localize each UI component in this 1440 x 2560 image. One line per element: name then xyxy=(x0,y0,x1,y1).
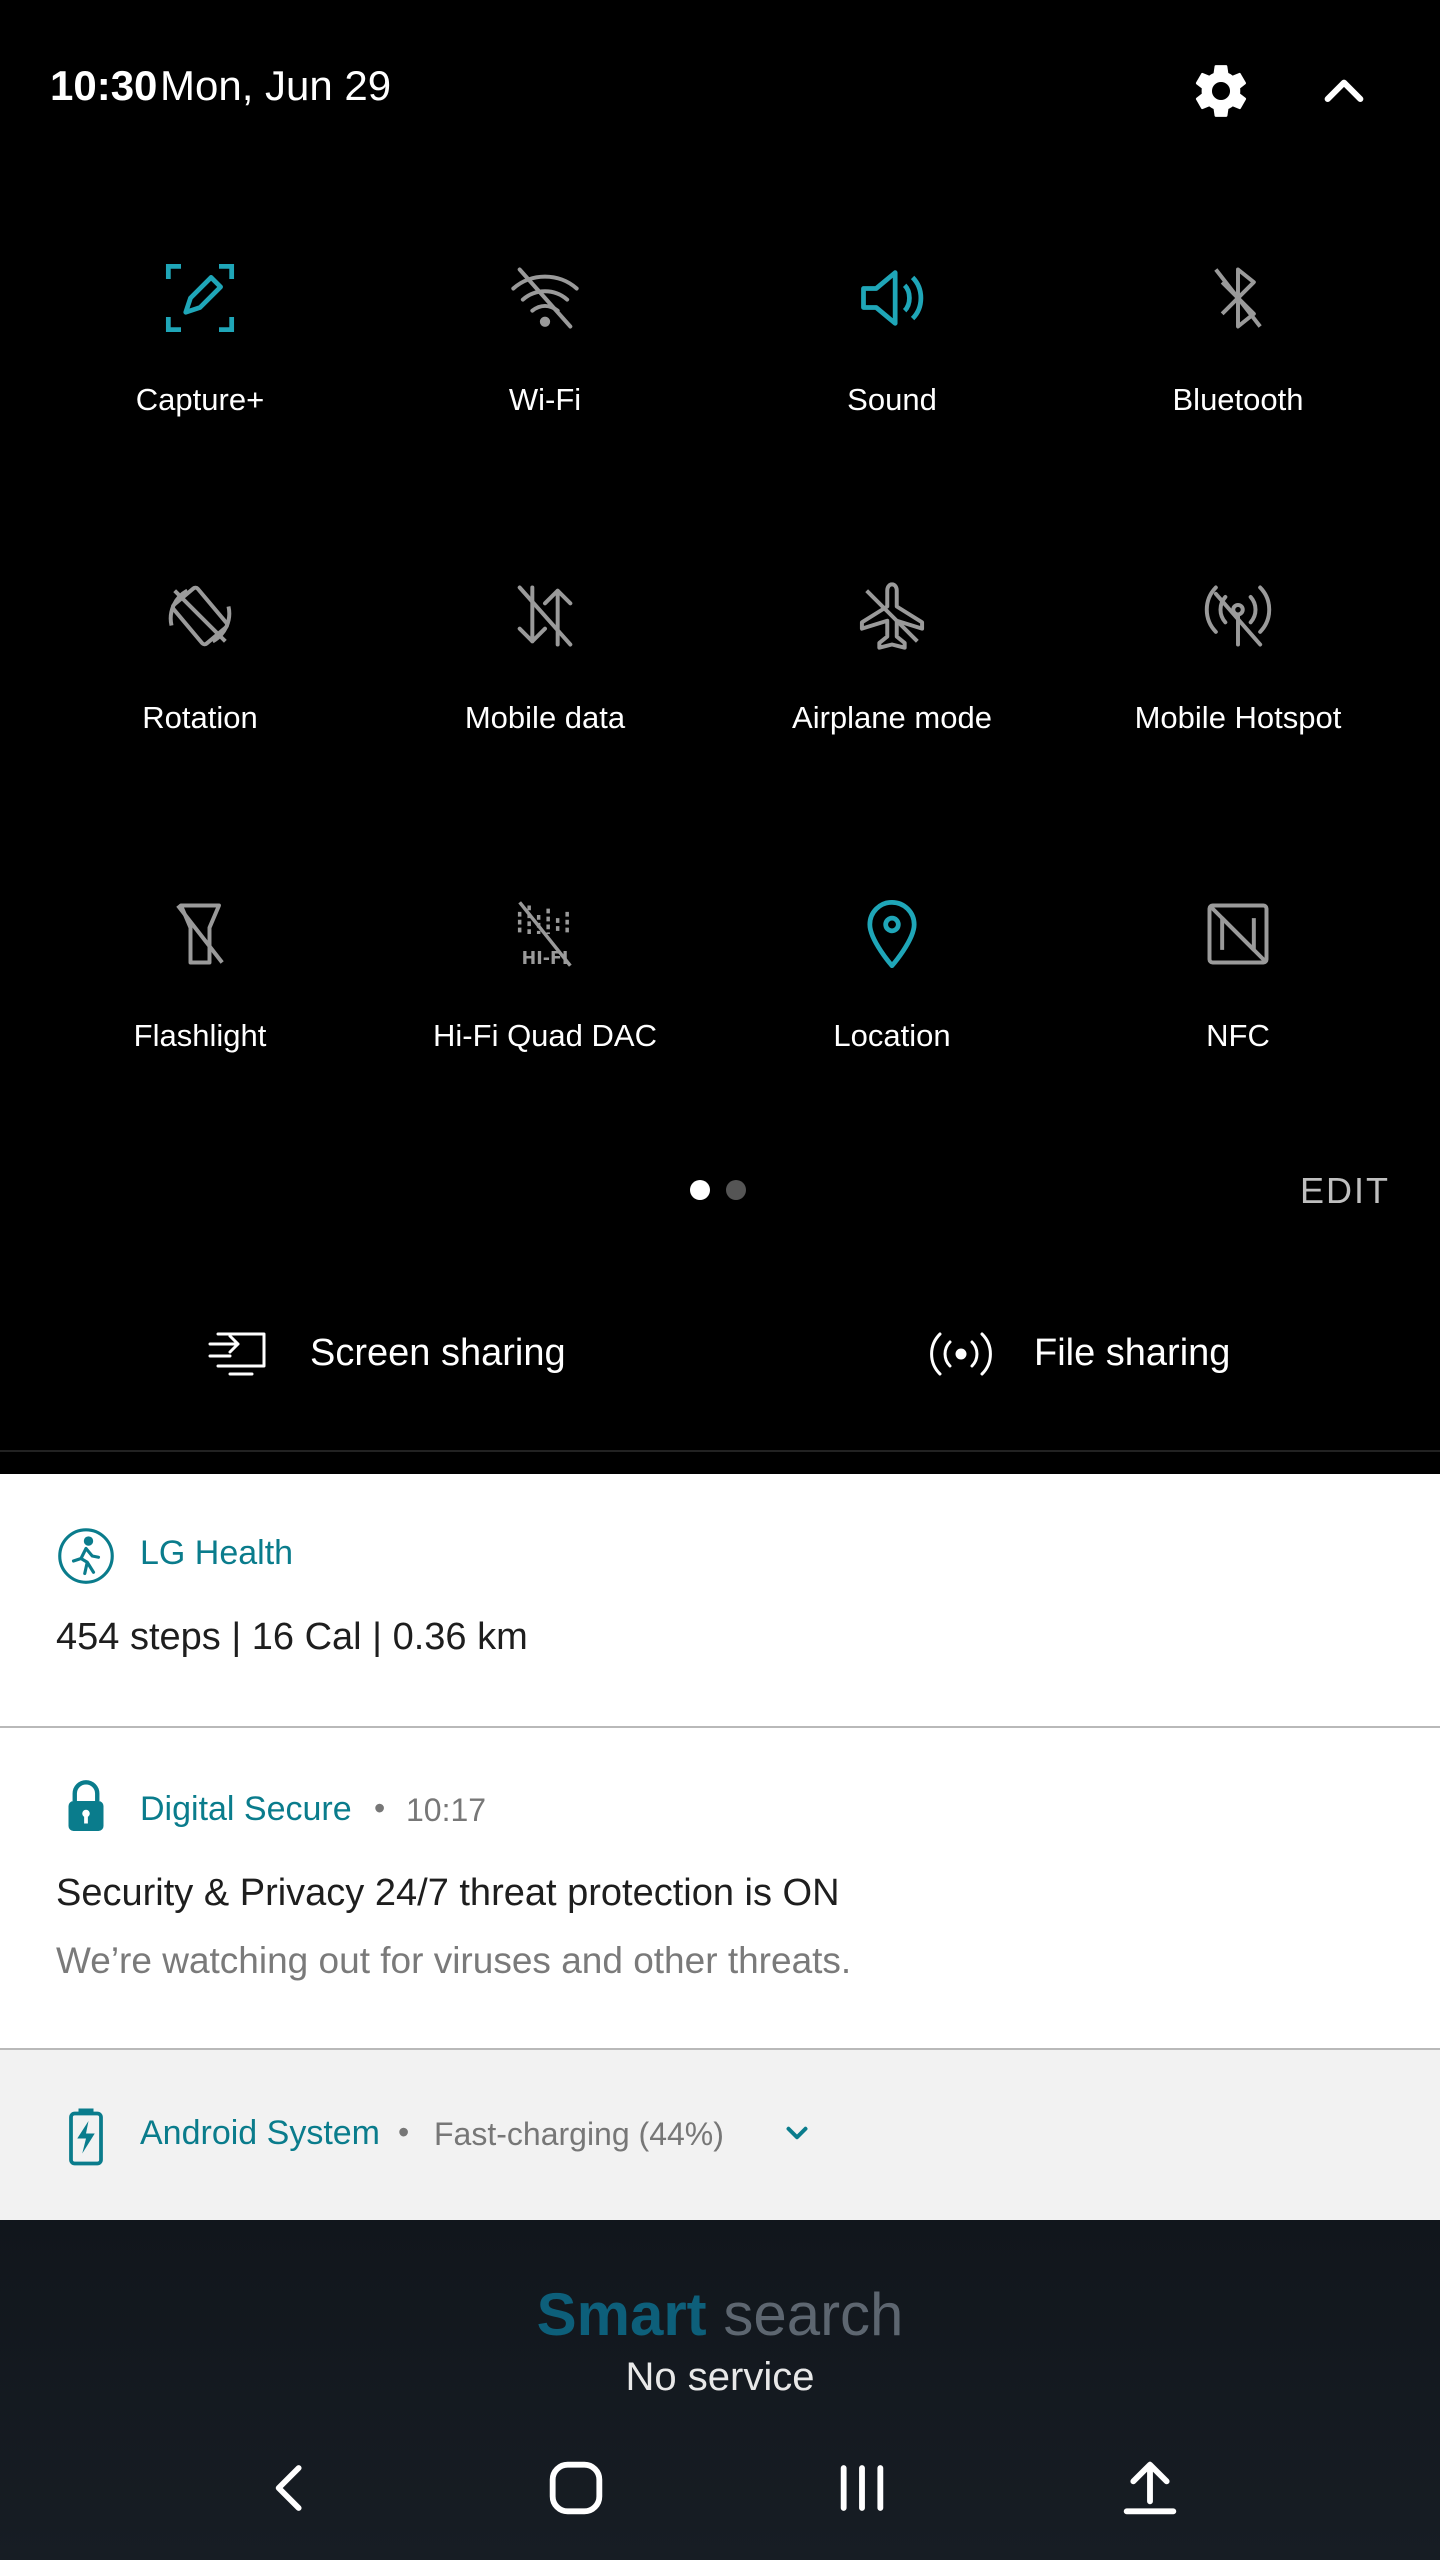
tile-airplane-mode[interactable]: Airplane mode xyxy=(712,548,1072,788)
rotation-off-icon xyxy=(162,578,238,654)
bluetooth-off-icon xyxy=(1200,260,1276,336)
tile-label: Wi-Fi xyxy=(508,382,582,417)
notification-lg-health[interactable]: LG Health 454 steps | 16 Cal | 0.36 km xyxy=(0,1474,1440,1726)
notification-android-system[interactable]: Android System • Fast-charging (44%) xyxy=(0,2050,1440,2220)
sound-icon xyxy=(854,260,930,336)
recents-icon[interactable] xyxy=(822,2448,902,2528)
clock: 10:30 xyxy=(50,62,158,109)
date: Mon, Jun 29 xyxy=(160,62,392,109)
tile-label: Location xyxy=(833,1018,951,1053)
screen-sharing-label: Screen sharing xyxy=(310,1332,566,1374)
notification-body: 454 steps | 16 Cal | 0.36 km xyxy=(56,1616,528,1658)
battery-charging-icon xyxy=(56,2106,116,2166)
flashlight-off-icon xyxy=(162,896,238,972)
tile-hifi-quad-dac[interactable]: HI-FI Hi-Fi Quad DAC xyxy=(365,866,725,1106)
upload-icon[interactable] xyxy=(1110,2448,1190,2528)
carrier-status: No service xyxy=(625,2355,815,2399)
capture-plus-icon xyxy=(162,260,238,336)
notification-app-name: LG Health xyxy=(140,1534,294,1572)
tile-label: Rotation xyxy=(142,700,258,735)
notification-digital-secure[interactable]: Digital Secure • 10:17 Security & Privac… xyxy=(0,1728,1440,2048)
notification-time: 10:17 xyxy=(406,1792,487,1828)
file-sharing-label: File sharing xyxy=(1034,1332,1231,1374)
hotspot-off-icon xyxy=(1200,578,1276,654)
notification-app-name: Digital Secure xyxy=(140,1790,352,1828)
tile-label: Hi-Fi Quad DAC xyxy=(433,1018,657,1053)
chevron-up-icon[interactable] xyxy=(1316,64,1372,120)
page-indicator[interactable] xyxy=(690,1180,750,1204)
tile-location[interactable]: Location xyxy=(712,866,1072,1106)
smart-search-widget[interactable]: Smart search xyxy=(0,2280,1440,2349)
tile-label: NFC xyxy=(1206,1018,1270,1053)
tile-label: Mobile Hotspot xyxy=(1134,700,1342,735)
hifi-off-icon: HI-FI xyxy=(507,896,583,972)
mobile-data-off-icon xyxy=(507,578,583,654)
nfc-off-icon xyxy=(1200,896,1276,972)
location-icon xyxy=(854,896,930,972)
page-dot[interactable] xyxy=(726,1180,746,1200)
tile-flashlight[interactable]: Flashlight xyxy=(20,866,380,1106)
charging-status: Fast-charging (44%) xyxy=(434,2116,724,2152)
tile-label: Sound xyxy=(847,382,937,417)
tile-bluetooth[interactable]: Bluetooth xyxy=(1058,230,1418,470)
tile-label: Bluetooth xyxy=(1172,382,1304,417)
tile-sound[interactable]: Sound xyxy=(712,230,1072,470)
quick-panel-header: 10:30 Mon, Jun 29 xyxy=(0,0,1440,180)
notification-app-name: Android System xyxy=(140,2114,380,2152)
page-dot-active[interactable] xyxy=(690,1180,710,1200)
airplane-off-icon xyxy=(854,578,930,654)
tile-label: Airplane mode xyxy=(792,700,992,735)
bullet-separator: • xyxy=(374,1790,386,1826)
bullet-separator: • xyxy=(398,2114,410,2150)
home-icon[interactable] xyxy=(536,2448,616,2528)
tile-label: Flashlight xyxy=(133,1018,267,1053)
tile-wifi[interactable]: Wi-Fi xyxy=(365,230,725,470)
tile-mobile-hotspot[interactable]: Mobile Hotspot xyxy=(1058,548,1418,788)
edit-button[interactable]: EDIT xyxy=(1300,1170,1390,1212)
tile-mobile-data[interactable]: Mobile data xyxy=(365,548,725,788)
tile-capture-plus[interactable]: Capture+ xyxy=(20,230,380,470)
lock-icon xyxy=(56,1776,116,1836)
notification-text: We’re watching out for viruses and other… xyxy=(56,1940,852,1981)
divider xyxy=(0,1450,1440,1452)
wifi-off-icon xyxy=(507,260,583,336)
screen-share-icon xyxy=(208,1328,270,1380)
tile-nfc[interactable]: NFC xyxy=(1058,866,1418,1106)
smart-search-word-smart: Smart xyxy=(536,2281,707,2348)
tile-label: Mobile data xyxy=(464,700,626,735)
home-background: Smart search No service xyxy=(0,2220,1440,2560)
file-share-icon xyxy=(930,1328,992,1380)
tile-label: Capture+ xyxy=(135,382,265,417)
tile-rotation[interactable]: Rotation xyxy=(20,548,380,788)
settings-gear-icon[interactable] xyxy=(1190,60,1252,122)
smart-search-word-search: search xyxy=(723,2281,904,2348)
notification-title: Security & Privacy 24/7 threat protectio… xyxy=(56,1872,840,1914)
chevron-down-icon[interactable] xyxy=(780,2116,814,2150)
walking-icon xyxy=(56,1526,116,1586)
share-row: Screen sharing File sharing xyxy=(0,1300,1440,1410)
back-icon[interactable] xyxy=(252,2448,332,2528)
